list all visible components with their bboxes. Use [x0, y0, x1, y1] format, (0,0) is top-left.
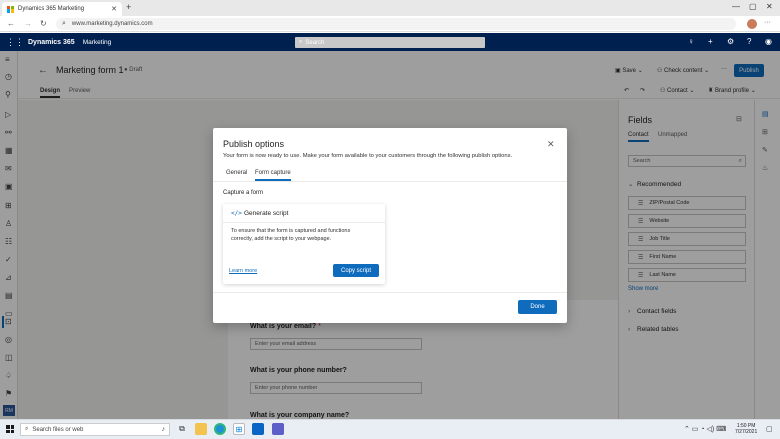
profile-avatar[interactable] [747, 19, 757, 29]
taskbar-clock[interactable]: 1:50 PM 7/27/2021 [735, 423, 757, 435]
app-bar: ⋮⋮ Dynamics 365 Marketing ⌕ Search ♀ + ⚙… [0, 33, 780, 51]
teams-icon[interactable] [272, 423, 284, 435]
dialog-description: Your form is now ready to use. Make your… [223, 153, 513, 159]
mail-icon[interactable] [252, 423, 264, 435]
taskbar-search-placeholder: Search files or web [32, 426, 84, 433]
modal-overlay [0, 51, 780, 100]
code-icon: </> [231, 210, 242, 217]
store-icon[interactable]: ⊞ [233, 423, 245, 435]
app-launcher-icon[interactable]: ⋮⋮ [6, 37, 24, 48]
tab-form-capture[interactable]: Form capture [255, 170, 291, 181]
address-bar-row: ← → ↻ ⌕ www.marketing.dynamics.com ··· [0, 16, 780, 32]
edge-icon[interactable] [214, 423, 226, 435]
gear-icon[interactable]: ⚙ [727, 37, 734, 46]
module-name: Marketing [82, 38, 112, 46]
task-view-icon[interactable]: ⧉ [176, 423, 188, 435]
browser-tab-strip: Dynamics 365 Marketing ✕ + — ▢ ✕ [0, 0, 780, 16]
browser-more-icon[interactable]: ··· [764, 19, 771, 26]
learn-more-link[interactable]: Learn more [229, 268, 257, 274]
publish-options-dialog: Publish options ✕ Your form is now ready… [213, 128, 567, 323]
modal-overlay [0, 100, 18, 419]
generate-script-card: </> Generate script To ensure that the f… [223, 204, 385, 284]
back-nav-icon[interactable]: ← [7, 19, 15, 28]
browser-tab-title: Dynamics 365 Marketing [18, 6, 85, 12]
windows-start-icon[interactable] [6, 425, 14, 433]
microsoft-logo-icon [7, 5, 14, 13]
footer-divider [213, 292, 567, 293]
generate-script-title: Generate script [244, 210, 289, 217]
capture-form-label: Capture a form [223, 190, 264, 196]
global-search-placeholder: Search [305, 39, 325, 46]
generate-script-description: To ensure that the form is captured and … [231, 228, 351, 242]
taskbar-search-input[interactable]: ⌕ Search files or web ♪ [20, 423, 170, 436]
file-explorer-icon[interactable] [195, 423, 207, 435]
lock-icon: ⌕ [62, 20, 66, 27]
clock-date: 7/27/2021 [735, 429, 758, 435]
microphone-icon[interactable]: ♪ [162, 426, 166, 433]
tab-general[interactable]: General [226, 170, 247, 176]
tab-divider [213, 181, 567, 182]
user-icon[interactable]: ◉ [765, 37, 772, 46]
notifications-icon[interactable]: ▢ [766, 425, 773, 433]
card-divider [223, 222, 385, 223]
product-name[interactable]: Dynamics 365 [28, 39, 75, 46]
new-tab-button[interactable]: + [126, 2, 131, 12]
refresh-icon[interactable]: ↻ [40, 19, 47, 28]
close-icon[interactable]: ✕ [547, 139, 555, 150]
copy-script-button[interactable]: Copy script [333, 264, 379, 277]
search-icon: ⌕ [25, 426, 29, 432]
maximize-icon[interactable]: ▢ [749, 2, 757, 11]
plus-icon[interactable]: + [708, 37, 713, 46]
done-button[interactable]: Done [518, 300, 557, 314]
close-window-icon[interactable]: ✕ [766, 2, 773, 11]
taskbar: ⌕ Search files or web ♪ ⧉ ⊞ ⌃ ▭ ◔ ◁) ⌨ 1… [0, 419, 780, 439]
lightbulb-icon[interactable]: ♀ [688, 37, 694, 46]
search-icon: ⌕ [299, 39, 303, 45]
forward-nav-icon[interactable]: → [24, 19, 32, 28]
help-icon[interactable]: ? [747, 37, 751, 46]
minimize-icon[interactable]: — [732, 2, 740, 11]
dialog-title: Publish options [223, 139, 285, 149]
browser-tab[interactable]: Dynamics 365 Marketing ✕ [2, 2, 122, 16]
url-field[interactable]: ⌕ www.marketing.dynamics.com [56, 18, 736, 30]
url-text: www.marketing.dynamics.com [71, 21, 153, 27]
global-search-input[interactable]: ⌕ Search [295, 37, 485, 48]
close-tab-icon[interactable]: ✕ [111, 5, 117, 13]
system-tray[interactable]: ⌃ ▭ ◔ ◁) ⌨ [684, 425, 726, 433]
